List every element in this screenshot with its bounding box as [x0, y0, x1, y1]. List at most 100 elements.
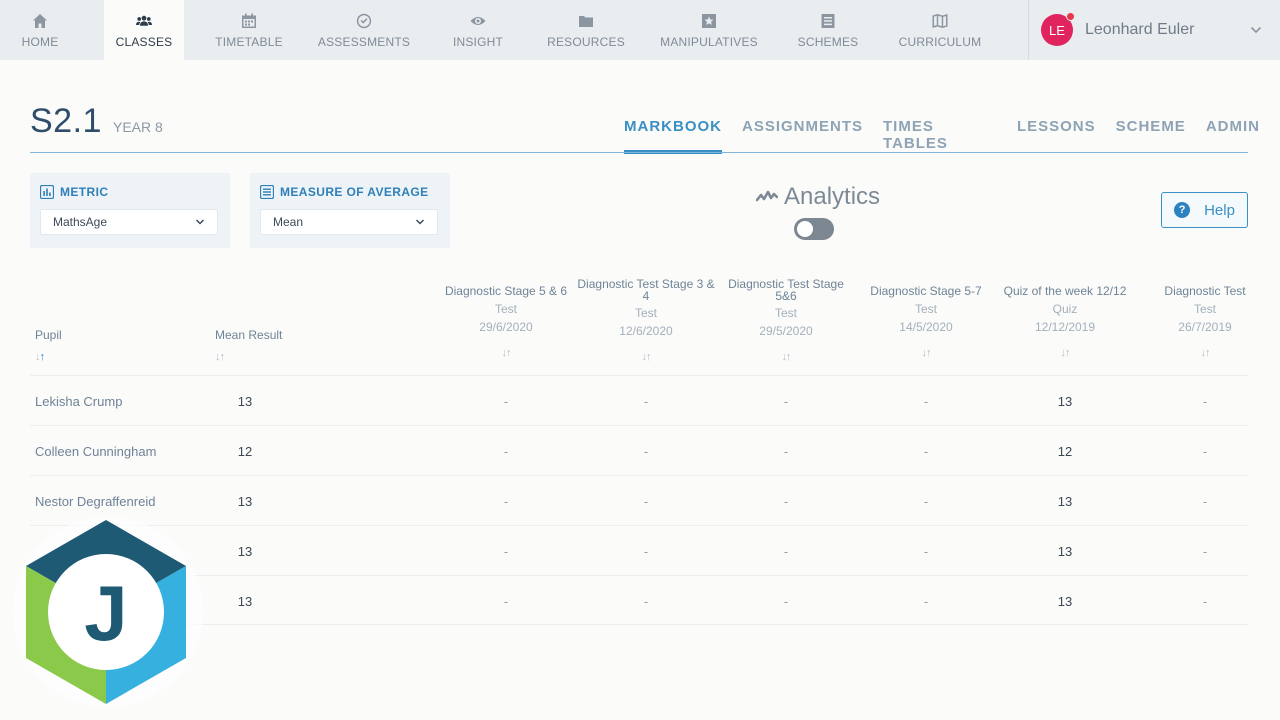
avatar[interactable]: LE [1041, 12, 1075, 46]
mean-result: 13 [237, 393, 253, 409]
result-cell[interactable]: - [1150, 476, 1260, 526]
result-cell[interactable]: - [1150, 576, 1260, 626]
table-row[interactable]: 13 - - - - 13 - [30, 575, 1248, 625]
user-menu[interactable]: LE Leonhard Euler [1028, 0, 1280, 60]
result-cell[interactable]: 13 [995, 526, 1135, 576]
result-cell[interactable]: 13 [995, 576, 1135, 626]
nav-assessments[interactable]: ASSESSMENTS [314, 0, 414, 60]
table-row[interactable]: 13 - - - - 13 - [30, 525, 1248, 575]
table-row[interactable]: Colleen Cunningham 12 - - - - 12 - [30, 425, 1248, 475]
sort-icon[interactable]: ↓↑ [1150, 346, 1260, 360]
sort-icon[interactable]: ↓↑ [856, 346, 996, 360]
result-cell[interactable]: - [716, 476, 856, 526]
nav-manipulatives[interactable]: MANIPULATIVES [654, 0, 764, 60]
result-cell[interactable]: - [1150, 526, 1260, 576]
column-header[interactable]: Diagnostic Test Stage 3 & 4 Test 12/6/20… [576, 278, 716, 364]
folder-icon [577, 12, 595, 30]
bar-chart-icon [40, 185, 54, 199]
nav-curriculum[interactable]: CURRICULUM [892, 0, 988, 60]
result-cell[interactable]: - [856, 376, 996, 426]
page-title: S2.1 [30, 102, 102, 140]
result-cell[interactable]: - [716, 376, 856, 426]
result-cell[interactable]: - [716, 576, 856, 626]
result-cell[interactable]: 12 [995, 426, 1135, 476]
result-cell[interactable]: - [576, 576, 716, 626]
mean-result: 13 [237, 543, 253, 559]
result-cell[interactable]: - [856, 476, 996, 526]
tab-markbook[interactable]: MARKBOOK [624, 118, 722, 154]
result-cell[interactable]: - [1150, 376, 1260, 426]
column-header[interactable]: Diagnostic Stage 5 & 6 Test 29/6/2020 ↓↑ [436, 284, 576, 360]
table-row[interactable]: Lekisha Crump 13 - - - - 13 - [30, 375, 1248, 425]
nav-insight[interactable]: INSIGHT [438, 0, 518, 60]
result-cell[interactable]: - [856, 426, 996, 476]
column-type: Test [1193, 302, 1216, 316]
analytics-label: Analytics [784, 183, 881, 210]
sort-icon[interactable]: ↓↑ [436, 346, 576, 360]
metric-select[interactable]: MathsAge [40, 209, 218, 235]
analytics-toggle[interactable] [794, 218, 834, 240]
header-divider [30, 152, 1248, 153]
column-type: Test [634, 306, 657, 320]
average-select[interactable]: Mean [260, 209, 438, 235]
result-cell[interactable]: - [716, 426, 856, 476]
nav-classes-label: CLASSES [115, 34, 173, 49]
metric-value: MathsAge [53, 215, 108, 229]
column-type: Test [914, 302, 937, 316]
column-title: Diagnostic Test [1164, 284, 1246, 298]
nav-insight-label: INSIGHT [452, 34, 504, 49]
chevron-down-icon[interactable] [1250, 24, 1262, 36]
result-cell[interactable]: - [716, 526, 856, 576]
column-type: Quiz [1052, 302, 1078, 316]
column-header[interactable]: Diagnostic Test Stage 5&6 Test 29/5/2020… [716, 278, 856, 364]
nav-curriculum-label: CURRICULUM [898, 34, 982, 49]
check-circle-icon [355, 12, 373, 30]
table-row[interactable]: Nestor Degraffenreid 13 - - - - 13 - [30, 475, 1248, 525]
nav-home[interactable]: HOME [0, 0, 80, 60]
result-cell[interactable]: - [1150, 426, 1260, 476]
result-cell[interactable]: - [576, 426, 716, 476]
column-header[interactable]: Diagnostic Stage 5-7 Test 14/5/2020 ↓↑ [856, 284, 996, 360]
sort-icon[interactable]: ↓↑ [995, 346, 1135, 360]
result-cell[interactable]: - [576, 376, 716, 426]
result-cell[interactable]: - [436, 476, 576, 526]
class-tabs: MARKBOOK ASSIGNMENTS TIMES TABLES LESSON… [624, 118, 1280, 154]
result-cell[interactable]: - [436, 576, 576, 626]
sort-icon[interactable]: ↓↑ [215, 350, 282, 364]
result-cell[interactable]: - [576, 476, 716, 526]
metric-label: METRIC [60, 185, 109, 199]
mean-header[interactable]: Mean Result ↓↑ [215, 328, 282, 364]
tab-times-tables[interactable]: TIMES TABLES [883, 118, 997, 152]
nav-schemes[interactable]: SCHEMES [790, 0, 866, 60]
tab-admin[interactable]: ADMIN [1206, 118, 1260, 152]
tab-assignments[interactable]: ASSIGNMENTS [742, 118, 863, 152]
column-header[interactable]: Quiz of the week 12/12 Quiz 12/12/2019 ↓… [995, 284, 1135, 360]
tab-scheme[interactable]: SCHEME [1116, 118, 1186, 152]
sort-icon[interactable]: ↓↑ [716, 350, 856, 364]
result-cell[interactable]: - [856, 526, 996, 576]
result-cell[interactable]: - [436, 526, 576, 576]
result-cell[interactable]: - [436, 426, 576, 476]
sort-icon[interactable]: ↓↑ [576, 350, 716, 364]
nav-classes[interactable]: CLASSES [104, 0, 184, 60]
pupil-name[interactable]: Lekisha Crump [35, 376, 122, 426]
result-cell[interactable]: 13 [995, 376, 1135, 426]
pupil-name[interactable]: Colleen Cunningham [35, 426, 156, 476]
calendar-icon [240, 12, 258, 30]
result-cell[interactable]: - [856, 576, 996, 626]
sort-icon[interactable]: ↓↑ [35, 350, 62, 364]
help-button[interactable]: ? Help [1161, 192, 1248, 228]
pupil-header[interactable]: Pupil ↓↑ [35, 328, 62, 364]
mean-result: 13 [237, 593, 253, 609]
nav-resources-label: RESOURCES [547, 34, 625, 49]
nav-resources[interactable]: RESOURCES [542, 0, 630, 60]
tab-lessons[interactable]: LESSONS [1017, 118, 1096, 152]
column-header[interactable]: Diagnostic Test Test 26/7/2019 ↓↑ [1150, 284, 1260, 360]
column-date: 12/12/2019 [1034, 320, 1096, 334]
nav-timetable[interactable]: TIMETABLE [208, 0, 290, 60]
result-cell[interactable]: 13 [995, 476, 1135, 526]
users-icon [135, 12, 153, 30]
result-cell[interactable]: - [576, 526, 716, 576]
result-cell[interactable]: - [436, 376, 576, 426]
brand-logo: J [13, 517, 203, 707]
